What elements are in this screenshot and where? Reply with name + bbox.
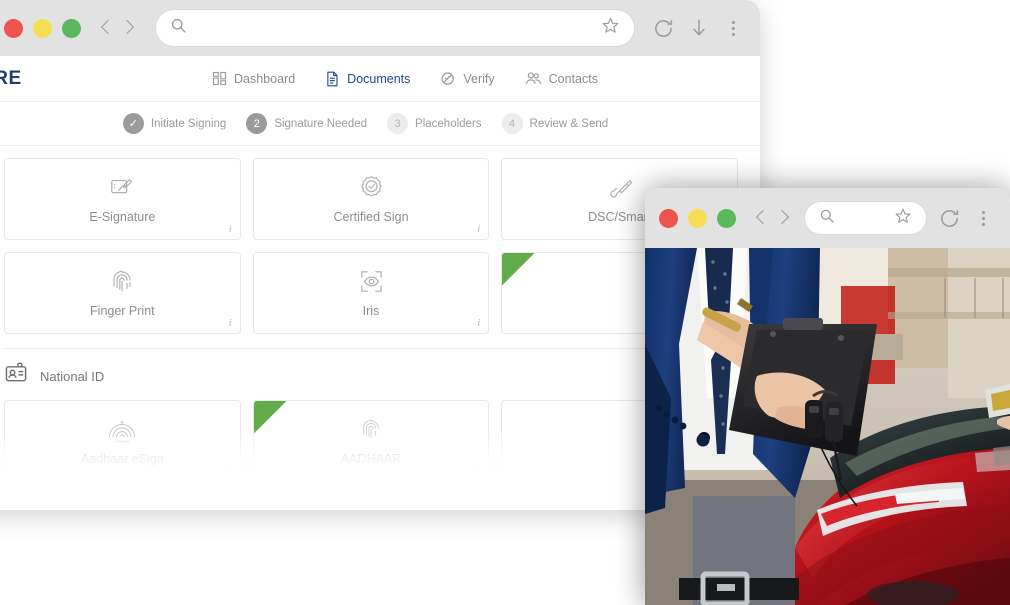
document-icon: [325, 71, 340, 87]
card-label: Iris: [362, 303, 380, 318]
section-label: National ID: [40, 368, 105, 384]
card-label: AADHAAR: [340, 451, 402, 466]
step-placeholders[interactable]: 3 Placeholders: [387, 113, 482, 134]
national-id-card-row: AADHAAR Aadhaar eSign i Premium AADHAAR …: [4, 400, 739, 482]
step-review-send[interactable]: 4 Review & Send: [501, 113, 609, 134]
premium-ribbon: Premium: [254, 401, 300, 447]
step-marker: 2: [246, 113, 268, 134]
browser-toolbar-back: [0, 0, 760, 56]
signing-stepper: ✓ Initiate Signing 2 Signature Needed 3 …: [0, 102, 760, 146]
card-label: E-Signature: [89, 209, 156, 224]
card-aadhaar-esign[interactable]: AADHAAR Aadhaar eSign i: [4, 400, 241, 482]
card-label: Aadhaar eSign: [80, 451, 164, 466]
step-signature-needed[interactable]: 2 Signature Needed: [246, 113, 367, 134]
top-navigation: Dashboard Documents Verify Contacts: [212, 71, 598, 87]
download-icon[interactable]: [688, 17, 710, 39]
traffic-lights: [659, 208, 736, 228]
card-label: Finger Print: [90, 303, 155, 318]
close-window-button[interactable]: [659, 208, 678, 228]
nav-item-contacts[interactable]: Contacts: [525, 71, 598, 86]
signature-card-row-2: Finger Print i Iris i Beta: [4, 252, 739, 334]
step-label: Review & Send: [529, 117, 609, 130]
nav-item-verify[interactable]: Verify: [440, 71, 495, 87]
certified-badge-icon: [359, 175, 384, 201]
iris-scan-icon: [359, 269, 384, 295]
info-icon[interactable]: i: [229, 223, 232, 235]
close-window-button[interactable]: [4, 18, 23, 38]
card-finger-print[interactable]: Finger Print i: [4, 252, 241, 334]
kebab-menu-icon[interactable]: [724, 20, 742, 36]
beta-ribbon-label: Beta: [517, 259, 536, 278]
photo-scene: [645, 248, 1010, 605]
address-bar[interactable]: [805, 202, 926, 234]
toolbar-icons: [938, 207, 996, 229]
nav-label-verify: Verify: [463, 71, 495, 86]
nav-arrows: [752, 209, 793, 227]
back-button[interactable]: [752, 209, 770, 227]
minimize-window-button[interactable]: [33, 18, 52, 38]
svg-text:AADHAAR: AADHAAR: [115, 439, 131, 443]
forward-button[interactable]: [120, 19, 138, 37]
nav-label-contacts: Contacts: [548, 71, 598, 86]
maximize-window-button[interactable]: [62, 18, 81, 38]
fingerprint-icon: [110, 269, 134, 295]
nav-label-dashboard: Dashboard: [234, 71, 296, 86]
search-icon: [819, 208, 835, 229]
card-aadhaar-biometric[interactable]: Premium AADHAAR i: [252, 400, 490, 482]
card-label: Certified Sign: [333, 209, 409, 224]
step-marker: ✓: [122, 113, 144, 134]
nav-label-documents: Documents: [347, 71, 411, 86]
nav-item-documents[interactable]: Documents: [325, 71, 410, 87]
step-label: Initiate Signing: [150, 117, 227, 130]
traffic-lights: [4, 18, 81, 38]
brand-logo[interactable]: URE: [0, 68, 22, 90]
grid-icon: [212, 71, 227, 86]
step-label: Placeholders: [415, 117, 482, 130]
section-header-national-id: National ID: [4, 349, 738, 400]
address-bar[interactable]: [156, 10, 634, 46]
card-iris[interactable]: Iris i: [252, 252, 490, 334]
info-icon[interactable]: i: [477, 317, 480, 329]
step-marker: 4: [501, 113, 523, 134]
nav-item-dashboard[interactable]: Dashboard: [212, 71, 295, 86]
id-card-icon: [4, 362, 29, 390]
signature-card-row-1: E-Signature i Certified Sign i DSC/Smart: [4, 158, 739, 240]
premium-ribbon-label: Premium: [262, 401, 293, 432]
card-label: DSC/Smart: [588, 209, 652, 224]
kebab-menu-icon[interactable]: [974, 210, 992, 226]
back-button[interactable]: [97, 19, 115, 37]
star-icon[interactable]: [601, 16, 620, 40]
info-icon[interactable]: i: [477, 465, 480, 477]
nav-arrows: [97, 19, 138, 37]
card-e-signature[interactable]: E-Signature i: [4, 158, 241, 240]
search-icon: [170, 17, 187, 39]
maximize-window-button[interactable]: [717, 208, 736, 228]
toolbar-icons: [652, 17, 746, 39]
step-initiate-signing[interactable]: ✓ Initiate Signing: [122, 113, 227, 134]
contacts-icon: [525, 71, 542, 86]
usb-token-icon: [607, 175, 633, 201]
browser-window-front: [645, 188, 1010, 605]
screenshot-stage: URE Dashboard: [0, 0, 1010, 605]
aadhaar-logo-icon: AADHAAR: [104, 417, 140, 443]
info-icon[interactable]: i: [229, 465, 232, 477]
esignature-tablet-icon: [109, 175, 135, 201]
browser-toolbar-front: [645, 188, 1010, 248]
reload-icon[interactable]: [938, 207, 960, 229]
step-label: Signature Needed: [274, 117, 368, 130]
forward-button[interactable]: [775, 209, 793, 227]
minimize-window-button[interactable]: [688, 208, 707, 228]
beta-ribbon: Beta: [502, 253, 548, 299]
verify-badge-icon: [440, 71, 456, 87]
reload-icon[interactable]: [652, 17, 674, 39]
step-marker: 3: [387, 113, 409, 134]
info-icon[interactable]: i: [229, 317, 232, 329]
star-icon[interactable]: [894, 207, 912, 230]
card-certified-sign[interactable]: Certified Sign i: [252, 158, 490, 240]
fingerprint-icon: [360, 417, 382, 443]
car-dealership-photo: [645, 248, 1010, 605]
app-header: URE Dashboard: [0, 56, 760, 102]
info-icon[interactable]: i: [477, 223, 480, 235]
